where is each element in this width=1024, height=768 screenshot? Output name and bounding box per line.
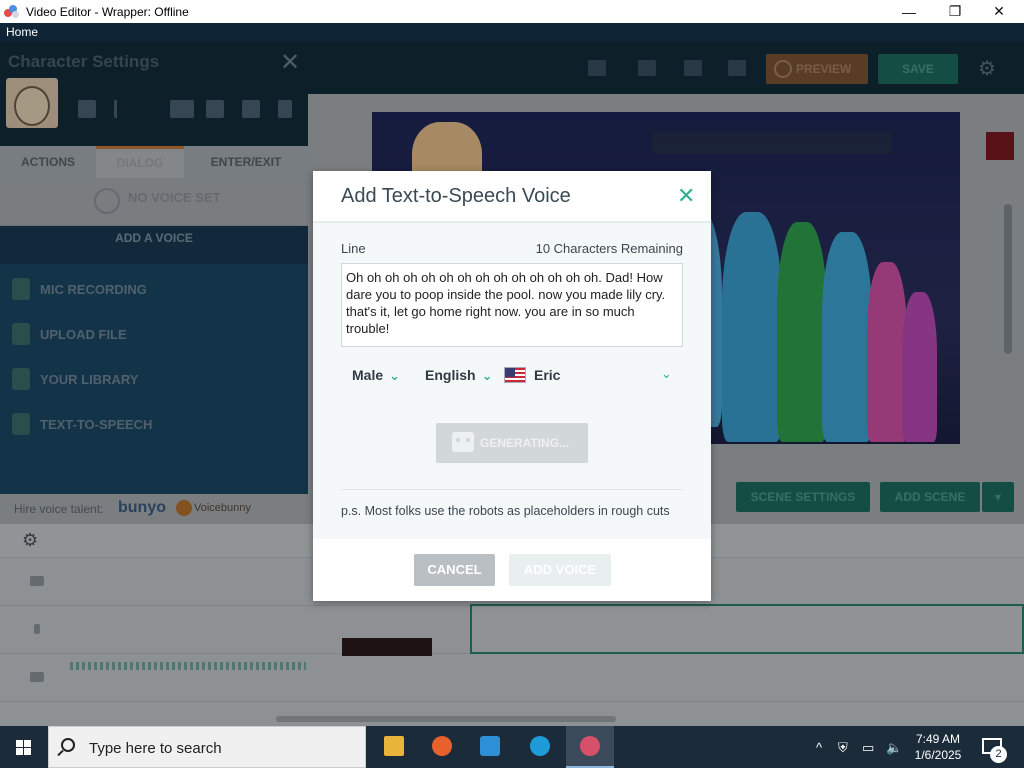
window-title: Video Editor - Wrapper: Offline — [26, 4, 189, 19]
search-placeholder: Type here to search — [89, 740, 222, 757]
placeholder-note: p.s. Most folks use the robots as placeh… — [341, 504, 670, 518]
chevron-down-icon: ⌄ — [389, 368, 401, 383]
file-explorer-icon[interactable] — [370, 726, 418, 768]
menu-bar: Home — [0, 23, 1024, 42]
firefox-icon[interactable] — [418, 726, 466, 768]
generating-button[interactable]: GENERATING... — [436, 423, 588, 463]
cancel-button[interactable]: CANCEL — [414, 554, 495, 586]
body-divider — [341, 489, 683, 490]
characters-remaining: 10 Characters Remaining — [535, 241, 683, 256]
minimize-button[interactable]: — — [886, 0, 932, 23]
dialog-body: Line 10 Characters Remaining Oh oh oh oh… — [313, 223, 711, 539]
windows-start-icon[interactable] — [0, 726, 48, 768]
search-icon — [61, 738, 75, 752]
taskbar-search[interactable]: Type here to search — [48, 726, 366, 768]
chevron-down-icon: ⌄ — [481, 368, 493, 383]
us-flag-icon — [504, 367, 526, 383]
clock[interactable]: 7:49 AM 1/6/2025 — [905, 731, 971, 763]
restore-button[interactable]: ❐ — [932, 0, 978, 23]
defender-icon[interactable]: ⛨ — [838, 740, 848, 756]
edge-icon[interactable] — [516, 726, 564, 768]
volume-muted-icon[interactable]: 🔈 — [886, 740, 902, 756]
voice-dropdown[interactable]: Eric — [534, 367, 560, 383]
gender-dropdown[interactable]: Male ⌄ — [352, 367, 400, 384]
wrapper-app-icon[interactable] — [566, 726, 614, 768]
robot-icon — [452, 432, 474, 452]
add-voice-button[interactable]: ADD VOICE — [509, 554, 611, 586]
notification-badge: 2 — [990, 746, 1007, 763]
menu-home[interactable]: Home — [6, 25, 38, 39]
line-textarea[interactable]: Oh oh oh oh oh oh oh oh oh oh oh oh oh o… — [341, 263, 683, 347]
chevron-down-icon[interactable]: ⌄ — [661, 366, 672, 382]
tts-dialog: Add Text-to-Speech Voice ✕ Line 10 Chara… — [313, 171, 711, 601]
windows-taskbar: Type here to search ^ ⛨ ▭ 🔈 7:49 AM 1/6/… — [0, 726, 1024, 768]
line-label: Line — [341, 241, 366, 256]
chevron-up-icon[interactable]: ^ — [816, 740, 822, 755]
network-icon[interactable]: ▭ — [862, 740, 874, 756]
language-dropdown[interactable]: English ⌄ — [425, 367, 492, 384]
window-titlebar: Video Editor - Wrapper: Offline — ❐ ✕ — [0, 0, 1024, 23]
dialog-title: Add Text-to-Speech Voice — [341, 185, 571, 207]
close-window-button[interactable]: ✕ — [976, 0, 1022, 23]
close-icon[interactable]: ✕ — [677, 183, 695, 209]
app-icon[interactable] — [466, 726, 514, 768]
app-logo-icon — [4, 4, 20, 19]
